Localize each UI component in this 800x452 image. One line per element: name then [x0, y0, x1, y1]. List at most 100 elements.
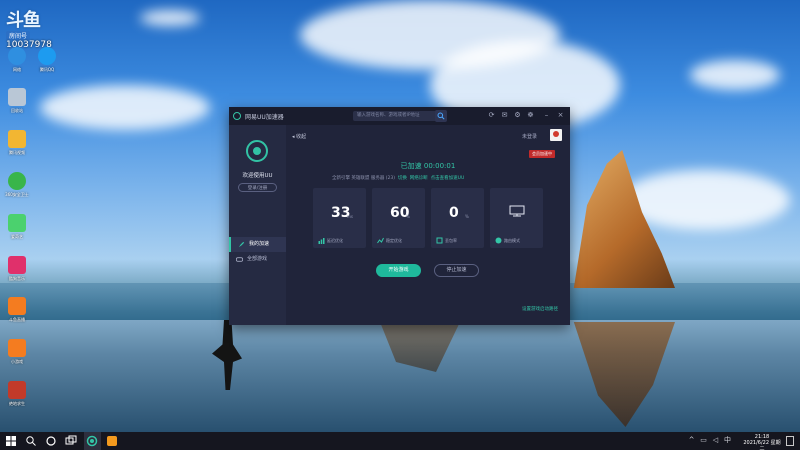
refresh-icon[interactable]: ⟳ — [487, 111, 496, 120]
view-link[interactable]: 点击查看加速UU — [431, 176, 465, 181]
notification-center-icon[interactable] — [786, 436, 794, 446]
uu-taskbar-icon[interactable] — [86, 435, 98, 447]
settings-icon[interactable]: ⚙ — [513, 111, 522, 120]
recycle-bin-icon — [8, 88, 26, 106]
bars-icon — [318, 238, 325, 244]
stat-card-latency: 33 ms 延迟优化 — [313, 188, 366, 248]
watermark-logo: 斗鱼 — [6, 10, 41, 31]
desktop-icon-label: 爱奇艺 — [11, 234, 23, 239]
desktop-icon-player[interactable]: 爱奇艺 — [4, 214, 30, 240]
uu-brand-icon — [246, 140, 268, 162]
desktop-icon-label: 绝地求生 — [9, 401, 25, 406]
sidebar: 欢迎使用UU 登录/注册 我的加速 全部游戏 — [229, 125, 286, 325]
stat-value: 0 — [449, 205, 459, 221]
stat-card-packet-loss: 0 % 丢包率 — [431, 188, 484, 248]
desktop-icon-game-c[interactable]: 绝地求生 — [4, 381, 30, 407]
stat-caption: 稳定优化 — [386, 238, 402, 243]
game-a-icon — [8, 297, 26, 315]
game-info-line: 全新引擎 英雄联盟 服务器 (23) 切换 网络诊断 点击查看加速UU — [332, 175, 464, 181]
game-b-icon — [8, 339, 26, 357]
app-taskbar-icon[interactable] — [106, 435, 118, 447]
desktop-icon-qq[interactable]: 腾讯QQ — [34, 47, 60, 73]
stat-caption: 丢包率 — [445, 238, 457, 243]
vip-badge[interactable]: 会员加速中 — [529, 150, 555, 158]
task-view-icon[interactable] — [65, 435, 77, 447]
close-icon[interactable]: × — [556, 111, 565, 120]
desktop-icon-label: 酷狗音乐 — [9, 276, 25, 281]
tray-network-icon[interactable]: ▭ — [700, 437, 707, 444]
nav-label: 我的加速 — [249, 241, 270, 247]
welcome-text: 欢迎使用UU — [242, 173, 273, 179]
stat-card-route-mode: 路由模式 — [490, 188, 543, 248]
desktop-icon-label: 回收站 — [11, 108, 23, 113]
stat-caption: 路由模式 — [504, 238, 520, 243]
system-clock[interactable]: 21:18 2021/6/22 星期二 — [742, 434, 782, 452]
desktop-icon-label: 腾讯视频 — [9, 150, 25, 155]
search-icon — [437, 112, 445, 120]
desktop-icon-label: 腾讯QQ — [39, 67, 55, 72]
title-bar[interactable]: 网易UU加速器 输入游戏名称、游戏或者IP地址 ⟳ ✉ ⚙ ☸ – × — [229, 107, 570, 125]
rocket-icon — [238, 241, 245, 248]
stat-card-stability: 60 % 稳定优化 — [372, 188, 425, 248]
nav-my-acceleration[interactable]: 我的加速 — [229, 237, 286, 252]
app-360-icon — [8, 172, 26, 190]
collapse-label: 收起 — [296, 134, 307, 140]
search-icon[interactable] — [25, 435, 37, 447]
cloud — [40, 85, 210, 130]
switch-link[interactable]: 切换 — [398, 176, 407, 181]
acceleration-status: 已加速 00:00:01 — [400, 162, 456, 170]
avatar[interactable] — [550, 129, 562, 141]
clock-date: 2021/6/22 星期二 — [743, 440, 781, 452]
player-icon — [8, 214, 26, 232]
stop-acceleration-button[interactable]: 停止加速 — [434, 264, 479, 277]
gamepad-icon — [236, 257, 243, 262]
monitor-icon — [509, 205, 525, 217]
trend-icon — [377, 237, 384, 244]
cortana-icon[interactable] — [45, 435, 57, 447]
search-input[interactable]: 输入游戏名称、游戏或者IP地址 — [353, 111, 439, 121]
windows-start-icon[interactable] — [5, 435, 17, 447]
desktop-icon-folder[interactable]: 腾讯视频 — [4, 130, 30, 156]
tray-ime-icon[interactable]: 中 — [724, 437, 731, 444]
message-icon[interactable]: ✉ — [500, 111, 509, 120]
nav-all-games[interactable]: 全部游戏 — [229, 252, 286, 267]
stream-watermark: 斗鱼 房间号 10037978 — [6, 6, 60, 50]
set-game-path-link[interactable]: 设置游戏启动路径 — [522, 306, 558, 312]
cloud — [690, 60, 780, 90]
cloud — [140, 10, 200, 26]
minimize-icon[interactable]: – — [542, 111, 551, 120]
watermark-room-label: 房间号 — [6, 31, 31, 40]
desktop-icon-edge[interactable]: 网络 — [4, 47, 30, 73]
folder-icon — [8, 130, 26, 148]
packet-icon — [436, 237, 443, 244]
nav-label: 全部游戏 — [247, 256, 268, 262]
diagnose-link[interactable]: 网络诊断 — [410, 176, 428, 181]
uu-accelerator-window: 网易UU加速器 输入游戏名称、游戏或者IP地址 ⟳ ✉ ⚙ ☸ – × 欢迎使用… — [229, 107, 570, 325]
gear-icon[interactable]: ☸ — [526, 111, 535, 120]
tray-chevron-icon[interactable]: ^ — [688, 437, 695, 444]
start-game-button[interactable]: 开始游戏 — [376, 264, 421, 277]
desktop-icon-music[interactable]: 酷狗音乐 — [4, 256, 30, 282]
desktop-icon-360[interactable]: 360安全卫士 — [4, 172, 30, 198]
login-button[interactable]: 登录/注册 — [238, 183, 277, 192]
globe-icon — [495, 237, 502, 244]
desktop-icon-label: 斗鱼直播 — [9, 317, 25, 322]
stat-unit: % — [465, 214, 469, 219]
qq-icon — [38, 47, 56, 65]
main-panel: ◂ 收起 未登录 会员加速中 已加速 00:00:01 全新引擎 英雄联盟 服务… — [286, 125, 570, 325]
stat-unit: % — [406, 214, 410, 219]
desktop-icon-recycle-bin[interactable]: 回收站 — [4, 88, 30, 114]
game-info-text: 全新引擎 英雄联盟 服务器 (23) — [332, 176, 396, 181]
tray-volume-icon[interactable]: ◁ — [712, 437, 719, 444]
stat-unit: ms — [347, 214, 353, 219]
top-hint: 未登录 — [522, 134, 538, 140]
desktop-icon-game-a[interactable]: 斗鱼直播 — [4, 297, 30, 323]
music-icon — [8, 256, 26, 274]
stat-caption: 延迟优化 — [327, 238, 343, 243]
app-title: 网易UU加速器 — [245, 114, 284, 121]
collapse-button[interactable]: ◂ 收起 — [292, 133, 306, 140]
search-button[interactable] — [435, 110, 447, 122]
game-c-icon — [8, 381, 26, 399]
desktop-icon-game-b[interactable]: 小游戏 — [4, 339, 30, 365]
app-logo-icon — [233, 112, 241, 120]
